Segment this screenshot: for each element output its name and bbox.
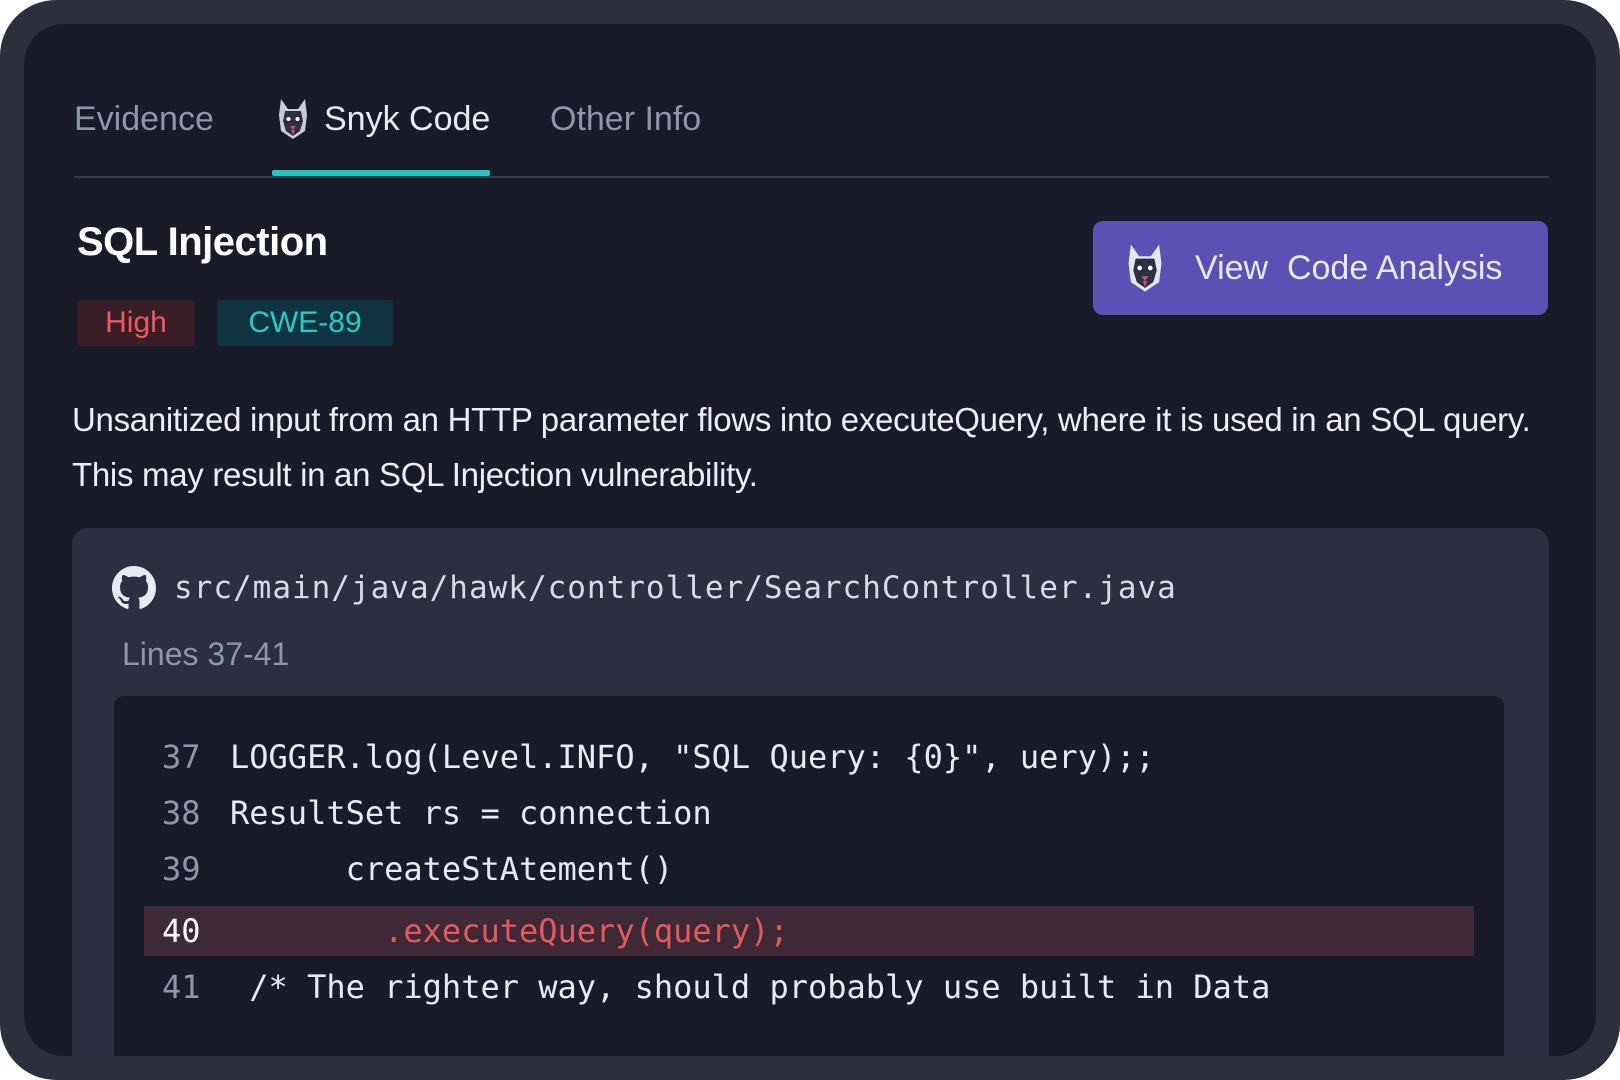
line-number: 39 bbox=[162, 850, 201, 888]
code-line-highlighted: 40 .executeQuery(query); bbox=[144, 906, 1474, 956]
issue-description: Unsanitized input from an HTTP parameter… bbox=[72, 401, 1531, 493]
tab-label: Other Info bbox=[550, 99, 702, 138]
code-line: 38 ResultSet rs = connection bbox=[144, 788, 1474, 838]
file-path[interactable]: src/main/java/hawk/controller/SearchCont… bbox=[174, 570, 1177, 606]
tab-bar: Evidence Snyk Code Other Info bbox=[74, 64, 1549, 178]
issue-title: SQL Injection bbox=[77, 220, 328, 264]
button-label: View Code Analysis bbox=[1195, 248, 1503, 287]
code-line: 41 /* The righter way, should probably u… bbox=[144, 962, 1474, 1012]
code-snippet-card: src/main/java/hawk/controller/SearchCont… bbox=[72, 528, 1549, 1056]
tab-other-info[interactable]: Other Info bbox=[550, 64, 701, 174]
file-header: src/main/java/hawk/controller/SearchCont… bbox=[112, 566, 1177, 610]
code-text: createStAtement() bbox=[230, 850, 674, 888]
code-text: LOGGER.log(Level.INFO, "SQL Query: {0}",… bbox=[230, 738, 1155, 776]
tab-snyk-code[interactable]: Snyk Code bbox=[272, 64, 491, 176]
code-block: 37 LOGGER.log(Level.INFO, "SQL Query: {0… bbox=[114, 696, 1504, 1056]
code-line: 37 LOGGER.log(Level.INFO, "SQL Query: {0… bbox=[144, 732, 1474, 782]
view-code-analysis-button[interactable]: View Code Analysis bbox=[1093, 221, 1548, 315]
line-number: 38 bbox=[162, 794, 201, 832]
line-number: 37 bbox=[162, 738, 201, 776]
code-text: /* The righter way, should probably use … bbox=[230, 968, 1271, 1006]
code-text: ResultSet rs = connection bbox=[230, 794, 712, 832]
snyk-dog-icon bbox=[1128, 244, 1162, 292]
snyk-dog-icon bbox=[279, 99, 307, 139]
cwe-badge[interactable]: CWE-89 bbox=[217, 300, 393, 346]
issue-panel: Evidence Snyk Code Other Info SQL Inject… bbox=[24, 24, 1596, 1056]
window-frame: Evidence Snyk Code Other Info SQL Inject… bbox=[0, 0, 1620, 1080]
code-line: 39 createStAtement() bbox=[144, 844, 1474, 894]
code-text: .executeQuery(query); bbox=[230, 912, 789, 950]
tab-label: Snyk Code bbox=[324, 99, 491, 138]
line-number: 41 bbox=[162, 968, 201, 1006]
line-range-label: Lines 37-41 bbox=[122, 636, 290, 672]
line-number: 40 bbox=[162, 912, 201, 950]
tab-evidence[interactable]: Evidence bbox=[74, 64, 214, 174]
github-icon bbox=[112, 566, 156, 609]
severity-badge: High bbox=[77, 300, 195, 346]
tab-label: Evidence bbox=[74, 99, 214, 138]
